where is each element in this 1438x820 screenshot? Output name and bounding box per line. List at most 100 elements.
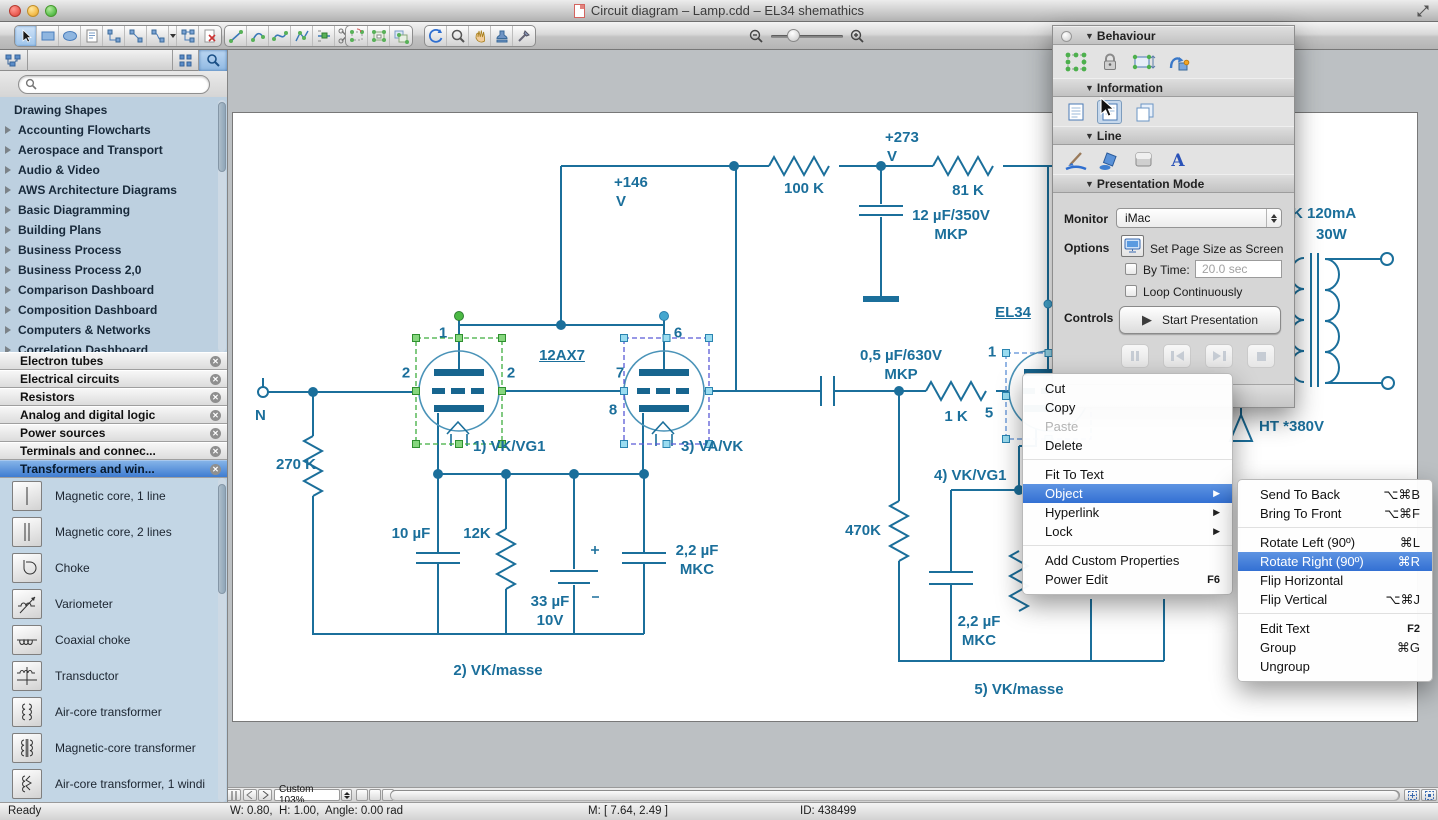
curve-tool[interactable] xyxy=(269,26,291,46)
menu-item-edit-text[interactable]: Edit TextF2 xyxy=(1238,619,1432,638)
connector-tree-tool[interactable] xyxy=(177,26,199,46)
rotate-tool[interactable] xyxy=(425,26,447,46)
shape-air-core-transformer[interactable]: Air-core transformer xyxy=(0,694,219,730)
section-analog-digital-logic[interactable]: Analog and digital logic✕ xyxy=(0,406,227,424)
shape-air-core-transformer-1-winding[interactable]: Air-core transformer, 1 windi xyxy=(0,766,219,802)
menu-item-object[interactable]: Object▶ xyxy=(1023,484,1232,503)
section-terminals-connectors[interactable]: Terminals and connec...✕ xyxy=(0,442,227,460)
shape-transductor[interactable]: Transductor xyxy=(0,658,219,694)
menu-item-cut[interactable]: Cut xyxy=(1023,379,1232,398)
action-arrow-icon[interactable] xyxy=(1165,50,1190,74)
section-electrical-circuits[interactable]: Electrical circuits✕ xyxy=(0,370,227,388)
polyline-tool[interactable] xyxy=(291,26,313,46)
text-tool[interactable] xyxy=(81,26,103,46)
selection-frame-icon[interactable] xyxy=(1063,50,1088,74)
stop-button[interactable] xyxy=(1247,344,1275,368)
menu-item-group[interactable]: Group⌘G xyxy=(1238,638,1432,657)
ellipse-tool[interactable] xyxy=(59,26,81,46)
shape-magnetic-core-2-lines[interactable]: Magnetic core, 2 lines xyxy=(0,514,219,550)
category-drawing-shapes[interactable]: Drawing Shapes xyxy=(0,100,219,120)
menu-item-bring-to-front[interactable]: Bring To Front⌥⌘F xyxy=(1238,504,1432,523)
zoom-level-stepper[interactable] xyxy=(341,789,352,801)
set-page-size-button[interactable] xyxy=(1121,235,1144,257)
text-style-icon[interactable]: A xyxy=(1165,148,1190,172)
convert-shape-tool[interactable] xyxy=(390,26,412,46)
category-business-process-20[interactable]: Business Process 2,0 xyxy=(0,260,219,280)
pointer-tool[interactable] xyxy=(15,26,37,46)
menu-item-copy[interactable]: Copy xyxy=(1023,398,1232,417)
eyedropper-tool[interactable] xyxy=(513,26,535,46)
shape-scrollbar[interactable] xyxy=(218,478,226,802)
close-icon[interactable]: ✕ xyxy=(210,464,221,475)
zoom-slider[interactable] xyxy=(771,35,843,38)
section-resistors[interactable]: Resistors✕ xyxy=(0,388,227,406)
page-box-1[interactable] xyxy=(356,789,368,801)
monitor-select[interactable]: iMac xyxy=(1116,208,1282,228)
by-time-input[interactable]: 20.0 sec xyxy=(1195,260,1282,278)
shape-magnetic-core-1-line[interactable]: Magnetic core, 1 line xyxy=(0,478,219,514)
category-basic-diagramming[interactable]: Basic Diagramming xyxy=(0,200,219,220)
search-input[interactable] xyxy=(41,78,191,90)
grid-view-icon[interactable] xyxy=(173,50,199,71)
menu-item-rotate-right[interactable]: Rotate Right (90º)⌘R xyxy=(1238,552,1432,571)
category-accounting-flowcharts[interactable]: Accounting Flowcharts xyxy=(0,120,219,140)
fill-square-icon[interactable] xyxy=(1131,148,1156,172)
resize-frame-icon[interactable] xyxy=(1131,50,1156,74)
paint-bucket-icon[interactable] xyxy=(1097,148,1122,172)
category-aws[interactable]: AWS Architecture Diagrams xyxy=(0,180,219,200)
tree-view-icon[interactable] xyxy=(0,50,28,71)
connector-direct-tool[interactable] xyxy=(125,26,147,46)
category-business-process[interactable]: Business Process xyxy=(0,240,219,260)
information-header[interactable]: ▼Information xyxy=(1053,78,1294,97)
horizontal-scrollbar[interactable] xyxy=(390,790,1400,801)
line-tool[interactable] xyxy=(225,26,247,46)
menu-item-flip-horizontal[interactable]: Flip Horizontal xyxy=(1238,571,1432,590)
search-field[interactable] xyxy=(18,75,210,94)
pan-tool[interactable] xyxy=(469,26,491,46)
fit-page-icon[interactable] xyxy=(1404,789,1420,801)
category-aerospace[interactable]: Aerospace and Transport xyxy=(0,140,219,160)
category-scrollbar[interactable] xyxy=(218,100,226,352)
shape-coaxial-choke[interactable]: Coaxial choke xyxy=(0,622,219,658)
shape-scrollbar-thumb[interactable] xyxy=(218,484,226,594)
page-forward-icon[interactable] xyxy=(258,789,272,801)
close-icon[interactable]: ✕ xyxy=(210,374,221,385)
close-icon[interactable]: ✕ xyxy=(210,428,221,439)
category-comparison-dashboard[interactable]: Comparison Dashboard xyxy=(0,280,219,300)
page-box-2[interactable] xyxy=(369,789,381,801)
arc-tool[interactable] xyxy=(247,26,269,46)
category-scrollbar-thumb[interactable] xyxy=(218,102,226,172)
behaviour-header[interactable]: ▼ Behaviour xyxy=(1053,26,1294,45)
category-computers-networks[interactable]: Computers & Networks xyxy=(0,320,219,340)
reshape-tool[interactable] xyxy=(346,26,368,46)
menu-item-rotate-left[interactable]: Rotate Left (90º)⌘L xyxy=(1238,533,1432,552)
properties-doc-icon[interactable] xyxy=(1063,100,1088,124)
by-time-checkbox[interactable] xyxy=(1125,263,1137,275)
pane-splitter-icon[interactable] xyxy=(228,789,241,801)
next-button[interactable] xyxy=(1205,344,1233,368)
menu-item-lock[interactable]: Lock▶ xyxy=(1023,522,1232,541)
connector-dropdown[interactable] xyxy=(169,26,177,46)
connector-elbow-tool[interactable] xyxy=(103,26,125,46)
section-transformers-windings[interactable]: Transformers and win...✕ xyxy=(0,460,227,478)
loop-checkbox[interactable] xyxy=(1125,285,1137,297)
section-power-sources[interactable]: Power sources✕ xyxy=(0,424,227,442)
close-icon[interactable]: ✕ xyxy=(210,392,221,403)
close-button[interactable] xyxy=(9,5,21,17)
menu-item-hyperlink[interactable]: Hyperlink▶ xyxy=(1023,503,1232,522)
search-icon[interactable] xyxy=(199,50,227,71)
zoom-tool[interactable] xyxy=(447,26,469,46)
zoom-level-select[interactable]: Custom 103% xyxy=(274,789,340,801)
shape-choke[interactable]: Choke xyxy=(0,550,219,586)
menu-item-add-custom-properties[interactable]: Add Custom Properties xyxy=(1023,551,1232,570)
previous-button[interactable] xyxy=(1163,344,1191,368)
category-composition-dashboard[interactable]: Composition Dashboard xyxy=(0,300,219,320)
edit-group-tool[interactable] xyxy=(368,26,390,46)
zoom-slider-knob[interactable] xyxy=(787,29,800,42)
fit-selection-icon[interactable] xyxy=(1421,789,1437,801)
menu-item-flip-vertical[interactable]: Flip Vertical⌥⌘J xyxy=(1238,590,1432,609)
shape-variometer[interactable]: Variometer xyxy=(0,586,219,622)
menu-item-ungroup[interactable]: Ungroup xyxy=(1238,657,1432,676)
rectangle-tool[interactable] xyxy=(37,26,59,46)
panel-knob[interactable] xyxy=(1061,31,1072,42)
